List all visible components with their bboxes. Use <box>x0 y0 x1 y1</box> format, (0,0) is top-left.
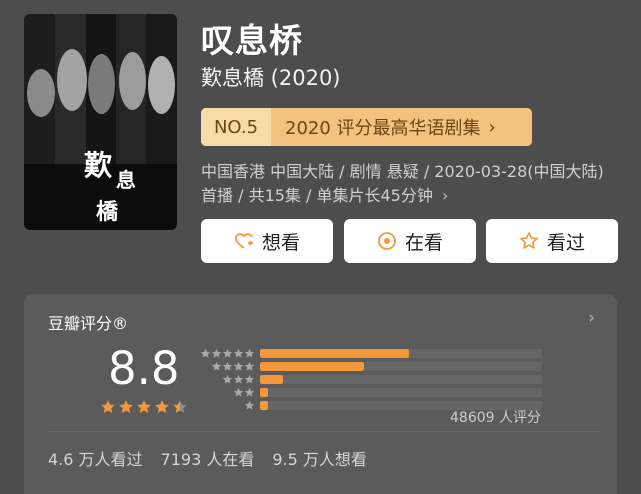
star-icon <box>101 400 115 413</box>
rank-number: NO.5 <box>201 108 271 146</box>
distribution-track <box>260 375 542 384</box>
star-icon <box>244 361 255 371</box>
chevron-right-icon[interactable]: › <box>588 308 595 328</box>
star-icon <box>233 361 244 371</box>
poster[interactable]: 歎 息 橋 <box>24 14 177 230</box>
watch-stats: 4.6 万人看过 7193 人在看 9.5 万人想看 <box>48 446 367 470</box>
mini-stars <box>200 348 255 359</box>
poster-face <box>148 56 175 114</box>
star-icon <box>244 348 255 358</box>
ranking-badge[interactable]: NO.5 2020 评分最高华语剧集 › <box>201 108 532 146</box>
divider <box>48 431 601 432</box>
distribution-bar <box>260 375 283 384</box>
meta-text: 中国香港 中国大陆 / 剧情 悬疑 / 2020-03-28(中国大陆) 首播 … <box>201 162 604 205</box>
movie-meta[interactable]: 中国香港 中国大陆 / 剧情 悬疑 / 2020-03-28(中国大陆) 首播 … <box>201 160 621 208</box>
original-title: 歎息橋 (2020) <box>201 66 341 90</box>
star-icon <box>244 374 255 384</box>
star-icon <box>173 400 187 413</box>
rating-panel: 豆瓣评分® › 8.8 48609 人评分 4.6 万人看过 7193 人在看 … <box>24 294 617 494</box>
rating-count: 48609 人评分 <box>450 410 541 426</box>
want-to-watch-label: 想看 <box>261 231 300 254</box>
star-icon <box>233 374 244 384</box>
star-icon <box>233 348 244 358</box>
stat-watching: 7193 人在看 <box>160 450 255 469</box>
poster-face <box>57 49 87 111</box>
chevron-right-icon: › <box>488 116 496 138</box>
star-icon <box>244 387 255 397</box>
distribution-track <box>260 388 542 397</box>
poster-title-art: 橋 <box>96 199 119 225</box>
star-icon <box>211 361 222 371</box>
star-icon <box>211 348 222 358</box>
distribution-row <box>200 386 542 399</box>
poster-face <box>119 52 146 110</box>
mini-stars <box>200 387 255 398</box>
poster-face <box>27 69 55 117</box>
heart-plus-icon <box>234 231 254 251</box>
mini-stars <box>200 400 255 411</box>
distribution-bar <box>260 349 410 358</box>
poster-title-art: 歎 <box>84 149 113 182</box>
chevron-right-icon: › <box>441 186 449 205</box>
rank-text: 2020 评分最高华语剧集 <box>285 118 481 139</box>
star-icon <box>155 400 169 413</box>
watched-label: 看过 <box>546 231 585 254</box>
star-icon <box>137 400 151 413</box>
distribution-track <box>260 349 542 358</box>
distribution-row <box>200 360 542 373</box>
stat-watched: 4.6 万人看过 <box>48 450 143 469</box>
poster-face <box>88 54 115 114</box>
distribution-bar <box>260 388 268 397</box>
mini-stars <box>200 361 255 372</box>
star-icon <box>233 387 244 397</box>
star-icon <box>119 400 133 413</box>
distribution-row <box>200 373 542 386</box>
star-icon <box>222 348 233 358</box>
target-circle-icon <box>377 231 397 251</box>
distribution-row <box>200 347 542 360</box>
distribution-track <box>260 362 542 371</box>
distribution-bar <box>260 362 365 371</box>
star-icon <box>200 348 211 358</box>
star-icon <box>222 374 233 384</box>
star-icon <box>222 361 233 371</box>
watched-button[interactable]: 看过 <box>486 219 618 263</box>
rating-distribution <box>200 347 542 412</box>
stat-want: 9.5 万人想看 <box>272 450 367 469</box>
poster-title-art: 息 <box>116 168 136 192</box>
rating-score: 8.8 <box>108 342 180 395</box>
want-to-watch-button[interactable]: 想看 <box>201 219 333 263</box>
distribution-bar <box>260 401 268 410</box>
page-title: 叹息桥 <box>201 21 303 60</box>
star-icon <box>244 400 255 410</box>
rating-title: 豆瓣评分® <box>48 314 129 333</box>
star-outline-icon <box>519 231 539 251</box>
rank-text-wrap: 2020 评分最高华语剧集 › <box>271 108 532 146</box>
rating-stars <box>100 399 188 415</box>
watching-button[interactable]: 在看 <box>344 219 476 263</box>
mini-stars <box>200 374 255 385</box>
watching-label: 在看 <box>404 231 443 254</box>
